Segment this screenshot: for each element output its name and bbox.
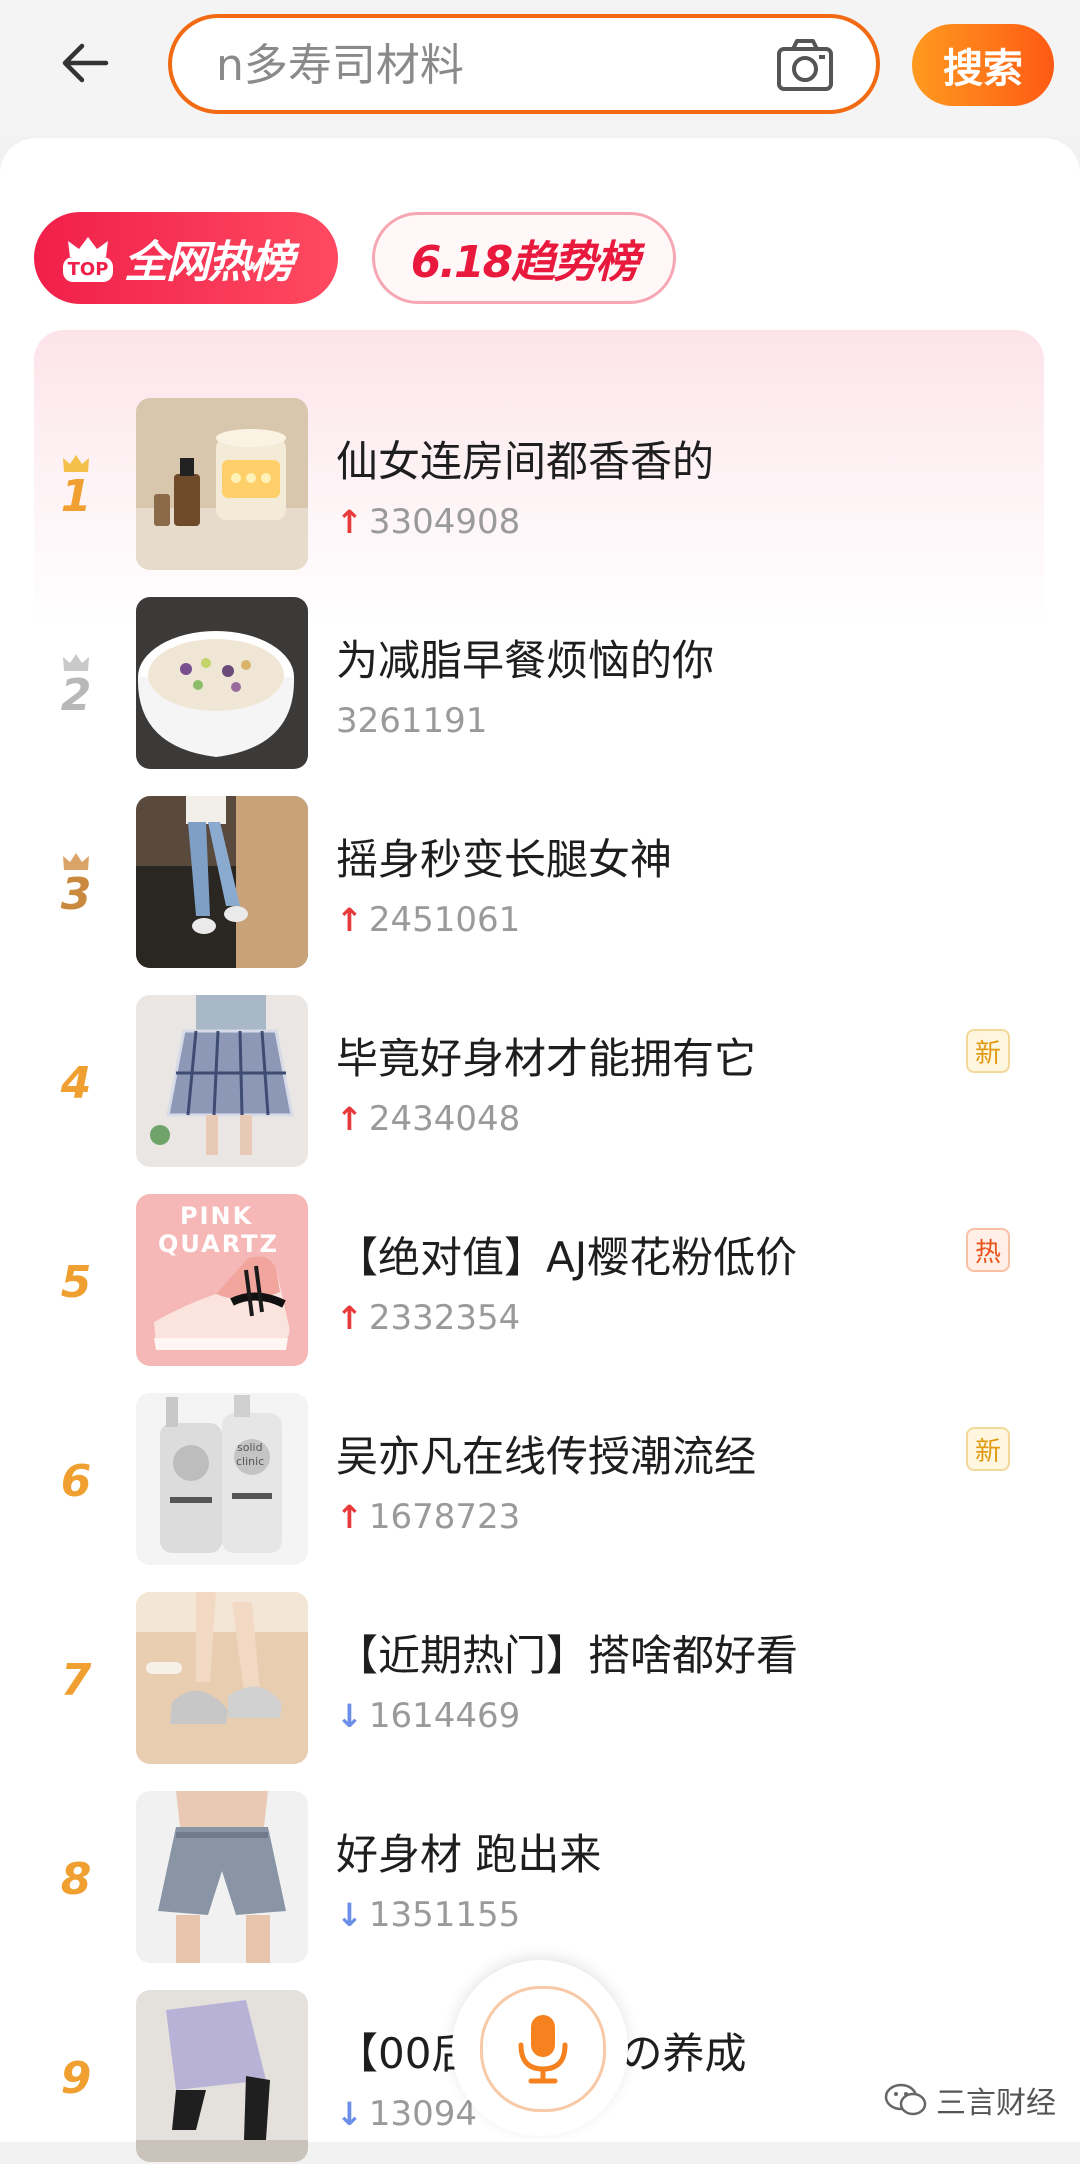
item-heat: ↓ 1614469 [336, 1696, 520, 1736]
new-badge: 新 [966, 1427, 1010, 1471]
heat-count: 1351155 [368, 1895, 521, 1935]
product-image [136, 1592, 308, 1764]
ranking-item[interactable]: 8 好身材 跑出来 ↓ 1351155 [34, 1791, 1044, 1965]
heat-count: 1614469 [368, 1696, 521, 1736]
tab-618-trend[interactable]: 6.18趋势榜 [372, 212, 676, 304]
trend-down-icon: ↓ [336, 2095, 363, 2133]
heat-count: 2451061 [368, 900, 521, 940]
item-heat: ↑ 3304908 [336, 502, 520, 542]
top-bar: 搜索 [0, 0, 1080, 135]
rank-number: 1 [60, 471, 92, 522]
item-title: 摇身秒变长腿女神 [336, 835, 673, 884]
item-title: 毕竟好身材才能拥有它 [336, 1034, 757, 1083]
item-heat: ↓ 13094 [336, 2094, 477, 2134]
rank-number: 2 [60, 670, 92, 721]
tab-label: 全网热榜 [124, 237, 294, 288]
trend-up-icon: ↑ [336, 901, 363, 939]
product-image: PINK QUARTZ [136, 1194, 308, 1366]
watermark: 三言财经 [884, 2078, 1056, 2122]
hot-list-card: TOP 全网热榜 6.18趋势榜 1 仙女连房间都香香的 ↑ 3304908 2… [0, 138, 1080, 2162]
thumb-brand-text: solid [237, 1441, 263, 1454]
trend-up-icon: ↑ [336, 1498, 363, 1536]
product-image [136, 1791, 308, 1963]
trend-up-icon: ↑ [336, 1100, 363, 1138]
rank-indicator: 2 [48, 641, 104, 731]
ranking-item[interactable]: 5 PINK QUARTZ 【绝对值】AJ樱花粉低价 ↑ 2332354 热 [34, 1194, 1044, 1368]
heat-count: 2434048 [368, 1099, 521, 1139]
rank-number: 4 [60, 1058, 92, 1109]
rank-number: 9 [60, 2053, 92, 2104]
rank-number: 3 [60, 869, 92, 920]
hot-badge: 热 [966, 1228, 1010, 1272]
item-title: 【绝对值】AJ樱花粉低价 [336, 1233, 798, 1282]
trend-up-icon: ↑ [336, 1299, 363, 1337]
rank-number: 6 [60, 1456, 92, 1507]
thumb-brand-text: clinic [236, 1455, 265, 1468]
back-button[interactable] [52, 30, 118, 96]
ranking-item[interactable]: 3 摇身秒变长腿女神 ↑ 2451061 [34, 796, 1044, 970]
rank-indicator: 5 [48, 1238, 104, 1328]
rank-indicator: 1 [48, 442, 104, 532]
wechat-icon [884, 2083, 927, 2116]
product-image [136, 796, 308, 968]
camera-icon [777, 39, 833, 91]
item-title: 好身材 跑出来 [336, 1830, 602, 1879]
search-input[interactable] [214, 36, 738, 94]
item-title: 仙女连房间都香香的 [336, 437, 715, 486]
voice-search-button[interactable] [480, 1986, 606, 2112]
rank-number: 7 [60, 1655, 92, 1706]
crown-top-icon: TOP [58, 229, 118, 287]
item-heat: ↑ 2434048 [336, 1099, 520, 1139]
microphone-icon [518, 2015, 568, 2084]
heat-count: 3304908 [368, 502, 521, 542]
rank-indicator: 7 [48, 1636, 104, 1726]
voice-search-dock [452, 1960, 628, 2136]
heat-count: 3261191 [336, 701, 488, 741]
item-heat: ↑ 1678723 [336, 1497, 520, 1537]
tab-hot-ranking[interactable]: TOP 全网热榜 [34, 212, 338, 304]
top-badge: TOP [62, 256, 114, 282]
rank-indicator: 3 [48, 840, 104, 930]
rank-indicator: 6 [48, 1437, 104, 1527]
heat-count: 13094 [368, 2094, 477, 2134]
item-title: 【近期热门】搭啥都好看 [336, 1631, 799, 1680]
ranking-item[interactable]: 2 为减脂早餐烦恼的你 3261191 [34, 597, 1044, 771]
ranking-item[interactable]: 6 solid clinic 吴亦凡在线传授潮流经 ↑ 1678723 新 [34, 1393, 1044, 1567]
item-title: 吴亦凡在线传授潮流经 [336, 1432, 757, 1481]
item-heat: 3261191 [336, 701, 487, 741]
rank-number: 8 [60, 1854, 92, 1905]
product-image [136, 597, 308, 769]
search-box[interactable] [168, 14, 880, 114]
rank-indicator: 4 [48, 1039, 104, 1129]
watermark-text: 三言财经 [936, 2086, 1056, 2121]
item-heat: ↓ 1351155 [336, 1895, 520, 1935]
ranking-list: 1 仙女连房间都香香的 ↑ 3304908 2 为减脂早餐烦恼的你 326119… [34, 330, 1044, 2162]
item-heat: ↑ 2332354 [336, 1298, 520, 1338]
ranking-item[interactable]: 7 【近期热门】搭啥都好看 ↓ 1614469 [34, 1592, 1044, 1766]
trend-down-icon: ↓ [336, 1697, 363, 1735]
ranking-item[interactable]: 4 毕竟好身材才能拥有它 ↑ 2434048 新 [34, 995, 1044, 1169]
trend-down-icon: ↓ [336, 1896, 363, 1934]
product-image [136, 995, 308, 1167]
product-image [136, 1990, 308, 2162]
product-image: solid clinic [136, 1393, 308, 1565]
product-image [136, 398, 308, 570]
trend-up-icon: ↑ [336, 503, 363, 541]
new-badge: 新 [966, 1029, 1010, 1073]
heat-count: 1678723 [368, 1497, 521, 1537]
item-heat: ↑ 2451061 [336, 900, 520, 940]
camera-search-button[interactable] [774, 34, 836, 96]
tab-label: 6.18趋势榜 [410, 237, 640, 288]
ranking-item[interactable]: 1 仙女连房间都香香的 ↑ 3304908 [34, 398, 1044, 572]
search-button[interactable]: 搜索 [912, 24, 1054, 106]
back-arrow-icon [62, 43, 109, 83]
rank-indicator: 9 [48, 2034, 104, 2124]
heat-count: 2332354 [368, 1298, 521, 1338]
rank-number: 5 [60, 1257, 92, 1308]
item-title: 为减脂早餐烦恼的你 [336, 636, 715, 685]
rank-indicator: 8 [48, 1835, 104, 1925]
